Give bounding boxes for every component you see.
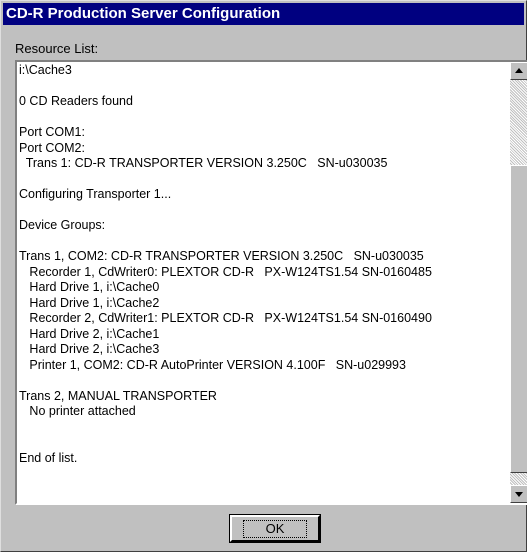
ok-button-label: OK [242,520,308,538]
list-item: Trans 1, COM2: CD-R TRANSPORTER VERSION … [19,249,424,263]
vertical-scrollbar[interactable] [510,62,527,503]
list-item [19,234,506,250]
list-item [19,110,506,126]
up-arrow-icon [515,68,523,73]
down-arrow-icon [515,492,523,497]
list-item [19,420,506,436]
list-item [19,79,506,95]
resource-list-label: Resource List: [15,41,99,56]
list-item [19,435,506,451]
list-item [19,172,506,188]
list-item [19,373,506,389]
config-dialog: CD-R Production Server Configuration Res… [0,0,527,552]
list-item: Hard Drive 2, i:\Cache1 [19,326,160,341]
list-item: No printer attached [19,404,136,418]
title-bar: CD-R Production Server Configuration [3,3,524,25]
list-item: End of list. [19,450,78,465]
list-item [19,203,506,219]
list-item: Trans 2, MANUAL TRANSPORTER [19,388,217,403]
list-item: Trans 1: CD-R TRANSPORTER VERSION 3.250C… [19,156,388,170]
resource-list-box[interactable]: i:\Cache3 0 CD Readers found Port COM1: Por… [15,60,527,505]
list-item: Hard Drive 1, i:\Cache0 [19,280,160,294]
list-item: Recorder 1, CdWriter0: PLEXTOR CD-R PX-W… [19,264,432,279]
list-item: Printer 1, COM2: CD-R AutoPrinter VERSIO… [19,357,406,372]
resource-list-content: i:\Cache3 0 CD Readers found Port COM1: Por… [19,63,506,503]
list-item: i:\Cache3 [19,63,72,77]
list-item: Recorder 2, CdWriter1: PLEXTOR CD-R PX-W… [19,311,432,325]
ok-button[interactable]: OK [229,514,321,543]
scroll-up-button[interactable] [510,62,527,80]
scroll-down-button[interactable] [510,485,527,503]
scrollbar-thumb[interactable] [510,165,527,473]
list-item: Configuring Transporter 1... [19,187,172,201]
list-item: Hard Drive 1, i:\Cache2 [19,295,160,310]
list-item: Port COM1: [19,125,85,139]
list-item: 0 CD Readers found [19,94,133,108]
list-item: Device Groups: [19,218,106,232]
list-item: Hard Drive 2, i:\Cache3 [19,342,160,356]
list-item: Port COM2: [19,140,85,155]
